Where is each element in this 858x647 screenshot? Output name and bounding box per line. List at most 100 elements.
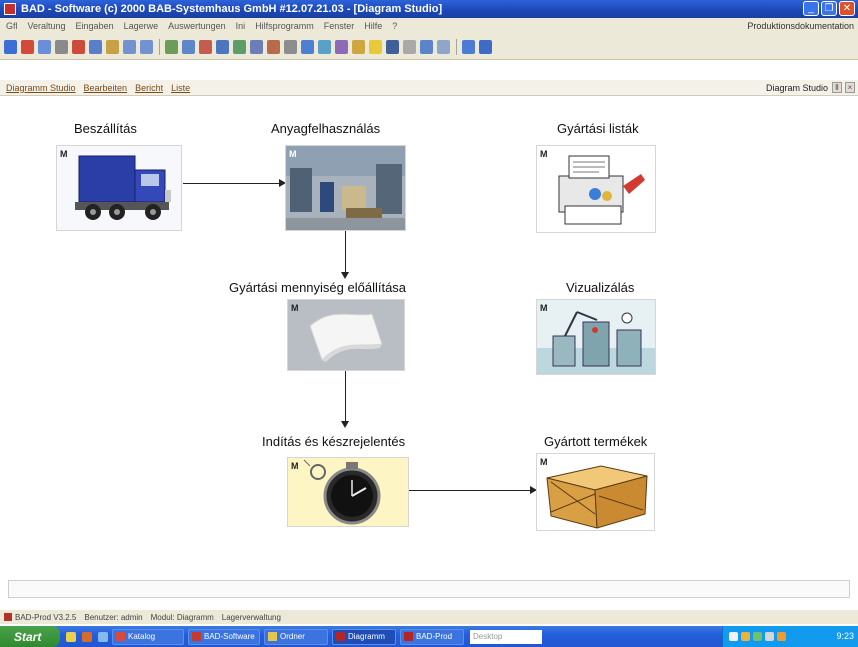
title-bar: BAD - Software (c) 2000 BAB-Systemhaus G… [0,0,858,18]
node-image: M [536,145,656,233]
status-segment: Lagerverwaltung [221,612,281,622]
task-button[interactable]: Diagramm [332,628,396,645]
toolbar [0,34,858,60]
task-button[interactable]: BAD-Prod [400,628,464,645]
node-marker: M [60,149,68,159]
node-image: M [287,299,405,371]
shape-icon[interactable] [233,39,246,54]
toolbar-separator [159,38,160,55]
chart-icon[interactable] [352,39,365,54]
window-icon[interactable] [420,39,433,54]
stopwatch-icon [303,459,381,525]
task-label: BAD-Software [204,632,255,641]
menu-bar: Gfl Veraltung Eingaben Lagerwe Auswertun… [0,18,858,34]
node-image: M [287,457,409,527]
app-icon [4,3,16,15]
truck-icon [75,155,171,220]
open-icon[interactable] [21,39,34,54]
menu-item[interactable]: Hilfsprogramm [255,21,314,31]
warehouse-icon [286,146,405,230]
group-icon[interactable] [182,39,195,54]
menu-item[interactable]: Hilfe [364,21,382,31]
settings-icon[interactable] [437,39,450,54]
link-report[interactable]: Bericht [135,83,163,93]
command-input-strip[interactable] [8,580,850,598]
node-label: Indítás és készrejelentés [262,434,406,449]
report-icon[interactable] [403,39,416,54]
paste-icon[interactable] [106,39,119,54]
user-icon[interactable] [386,39,399,54]
menu-item[interactable]: Gfl [6,21,18,31]
arrow-icon[interactable] [216,39,229,54]
menu-item[interactable]: Veraltung [28,21,66,31]
menu-item[interactable]: Fenster [324,21,355,31]
print-icon[interactable] [55,39,68,54]
task-button[interactable]: Ordner [264,628,328,645]
task-app-icon [192,632,201,641]
diagram-studio-label: Diagram Studio [765,83,828,93]
menu-item[interactable]: Eingaben [76,21,114,31]
menu-item[interactable]: Lagerwe [124,21,159,31]
link-diagram-studio[interactable]: Diagramm Studio [6,83,76,93]
save-icon[interactable] [38,39,51,54]
quick-launch-browser-icon[interactable] [82,631,92,642]
cut-icon[interactable] [72,39,85,54]
task-button[interactable]: BAD-Software [188,628,260,645]
task-app-icon [404,632,413,641]
minimize-button[interactable]: _ [803,1,819,16]
copy-icon[interactable] [89,39,102,54]
node-marker: M [289,149,297,159]
node-label: Vizualizálás [566,280,635,295]
connect-icon[interactable] [199,39,212,54]
task-app-icon [116,632,125,641]
window-title: BAD - Software (c) 2000 BAB-Systemhaus G… [21,3,443,15]
node-label: Gyártási listák [557,121,639,136]
network-icon[interactable] [741,632,750,641]
align-icon[interactable] [165,39,178,54]
zoom-icon[interactable] [301,39,314,54]
system-tray: 9:23 [722,626,858,647]
image-icon[interactable] [267,39,280,54]
quick-launch-media-icon[interactable] [98,631,108,642]
node-image: M [536,453,655,531]
connector-line [407,490,533,491]
update-icon[interactable] [777,632,786,641]
help-icon[interactable] [462,39,475,54]
undo-icon[interactable] [123,39,136,54]
connector-line [345,230,346,275]
text-icon[interactable] [250,39,263,54]
about-icon[interactable] [479,39,492,54]
task-button[interactable]: Katalog [112,628,184,645]
panel-close-button[interactable]: × [845,82,855,93]
volume-icon[interactable] [765,632,774,641]
new-diagram-icon[interactable] [4,39,17,54]
connector-line [345,371,346,423]
security-icon[interactable] [753,632,762,641]
task-label: Ordner [280,632,305,641]
node-marker: M [540,149,548,159]
cardboard-box-icon [546,465,648,529]
menu-item[interactable]: Auswertungen [168,21,226,31]
link-list[interactable]: Liste [171,83,190,93]
grid-icon[interactable] [284,39,297,54]
menu-item[interactable]: Ini [236,21,246,31]
quick-launch-desktop-icon[interactable] [66,631,76,642]
language-icon[interactable] [729,632,738,641]
status-indicator-icon [4,613,12,621]
redo-icon[interactable] [140,39,153,54]
start-button[interactable]: Start [0,626,60,647]
status-segment: Modul: Diagramm [150,612,214,622]
clock[interactable]: 9:23 [836,631,854,641]
lightbulb-icon[interactable] [369,39,382,54]
maximize-button[interactable]: ❐ [821,1,837,16]
pin-button[interactable]: Ⅱ [832,82,842,93]
node-label: Gyártott termékek [544,434,648,449]
task-label: Diagramm [348,632,385,641]
close-button[interactable]: ✕ [839,1,855,16]
layers-icon[interactable] [318,39,331,54]
printer-icon [558,155,645,225]
link-edit[interactable]: Bearbeiten [84,83,128,93]
filter-icon[interactable] [335,39,348,54]
taskbar-search-input[interactable]: Desktop [470,629,542,644]
menu-item[interactable]: ? [392,21,397,31]
